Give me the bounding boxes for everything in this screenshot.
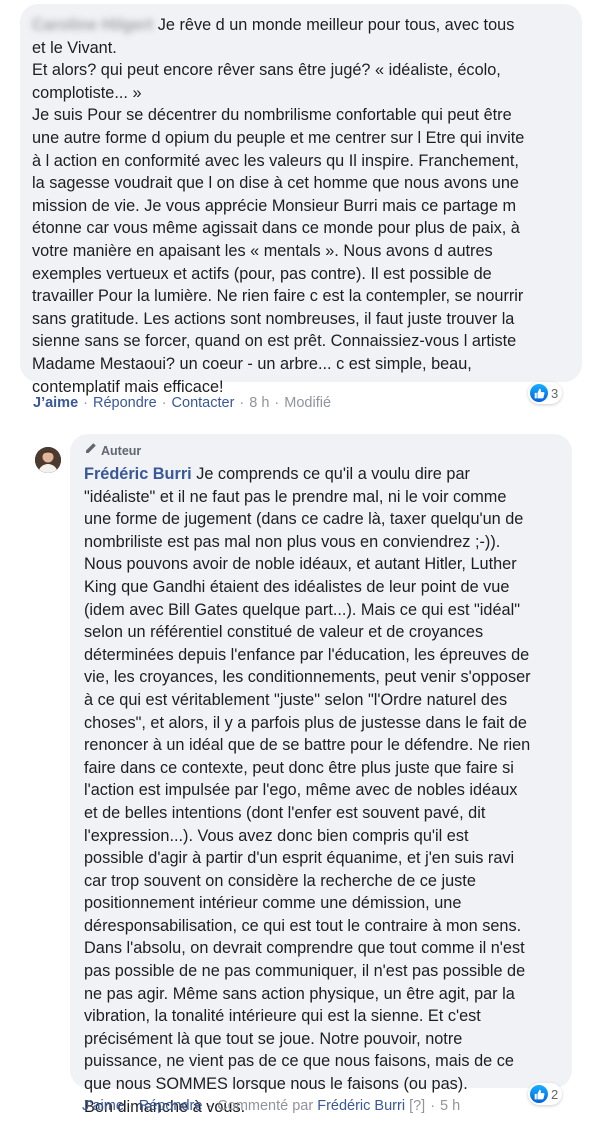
- commented-by-author-link[interactable]: Frédéric Burri: [317, 1098, 405, 1114]
- comment-2-line: l'action est impulsée par l'ego, même av…: [84, 781, 518, 800]
- like-button[interactable]: J’aime: [33, 395, 78, 411]
- contact-button[interactable]: Contacter: [172, 395, 235, 411]
- comment-1-author[interactable]: Caroline Hilgert: [32, 16, 153, 34]
- comment-2-author[interactable]: Frédéric Burri: [84, 465, 192, 483]
- comment-2-line: Je comprends ce qu'il a voulu dire par: [191, 465, 470, 483]
- comment-1-text: Caroline Hilgert Je rêve d un monde meil…: [32, 14, 570, 398]
- comment-bubble-2: Auteur Frédéric Burri Je comprends ce qu…: [70, 434, 572, 1116]
- comment-2-line: renoncer à un idéal que de se battre pou…: [84, 736, 531, 755]
- comment-2-line: à ce qui est véritablement "juste" selon…: [84, 690, 508, 709]
- comment-1-line: à l action en conformité avec les valeur…: [32, 151, 519, 170]
- comment-2-line: déterminées depuis l'enfance par l'éduca…: [84, 645, 530, 664]
- comment-1-line: sans gratitude. Les actions sont nombreu…: [32, 309, 515, 328]
- comment-2-line: vibration, la tonalité intérieure qui es…: [84, 1007, 481, 1026]
- comment-1-line: complotiste... »: [32, 83, 142, 102]
- comment-2-line: possible d'agir à partir d'un esprit équ…: [84, 849, 515, 868]
- comment-1-line: une autre forme d opium du peuple et me …: [32, 128, 525, 147]
- comment-1-actions: J’aime · Répondre · Contacter · 8 h · Modifié: [33, 395, 331, 411]
- comment-2-line: (idem avec Bill Gates quelque part...). …: [84, 600, 520, 619]
- comment-1-line: Je suis Pour se décentrer du nombrilisme…: [32, 106, 512, 125]
- commented-by-label: Commenté par: [217, 1098, 314, 1114]
- like-thumb-icon: [530, 384, 548, 402]
- separator-dot: ·: [83, 395, 88, 411]
- comment-1-timestamp[interactable]: 8 h: [249, 395, 269, 411]
- comment-2-reactions[interactable]: 2: [528, 1083, 563, 1105]
- separator-dot: ·: [274, 395, 280, 411]
- reply-button[interactable]: Répondre: [93, 395, 157, 411]
- like-button[interactable]: J’aime: [82, 1098, 124, 1114]
- comment-2-text: Frédéric Burri Je comprends ce qu'il a v…: [84, 463, 560, 1118]
- comment-2-line: nombriliste est pas mal non plus vous en…: [84, 532, 501, 551]
- comment-1-line: travailler Pour la lumière. Ne rien fair…: [32, 287, 524, 306]
- comment-2-timestamp[interactable]: 5 h: [440, 1098, 460, 1114]
- comment-2-line: puissance, ne vient pas de ce que nous f…: [84, 1052, 514, 1071]
- comment-2-line: King que Gandhi étaient des idéalistes d…: [84, 577, 510, 596]
- comment-2-reaction-count: 2: [551, 1086, 559, 1102]
- comment-1-line: Et alors? qui peut encore rêver sans êtr…: [32, 61, 501, 80]
- comment-2-line: faire dans ce contexte, peut donc être p…: [84, 758, 514, 777]
- separator-dot: ·: [207, 1098, 213, 1114]
- comment-1-line: Madame Mestaoui? un coeur - un arbre... …: [32, 354, 472, 373]
- comment-2-line: pas possible de ne pas communiquer, il n…: [84, 962, 526, 981]
- pencil-icon: [84, 442, 97, 459]
- author-badge-label: Auteur: [101, 443, 142, 458]
- comment-1-line: votre manière en apaisant les « mentals …: [32, 241, 493, 260]
- separator-dot: ·: [128, 1098, 134, 1114]
- comment-1-line: étonne car vous même agissait dans ce mo…: [32, 219, 520, 238]
- comment-2-line: "idéaliste" et il ne faut pas le prendre…: [84, 487, 507, 506]
- comment-2-line: déresponsabilisation, ce qui est tout le…: [84, 916, 522, 935]
- comment-1-line: la sagesse voudrait que l on dise à cet …: [32, 174, 519, 193]
- profile-avatar[interactable]: [35, 447, 61, 473]
- comment-2-line: car trop souvent on considère la recherc…: [84, 871, 476, 890]
- comment-2-line: l'expression...). Vous avez donc bien co…: [84, 826, 469, 845]
- comment-2-line: Nous pouvons avoir de noble idéaux, et a…: [84, 555, 517, 574]
- comment-2-line: ne pas agir. Même sans action physique, …: [84, 984, 515, 1003]
- comment-2-actions: J’aime · Répondre · Commenté par Frédéric Bu…: [82, 1098, 460, 1114]
- comment-2-line: choses", et alors, il y a parfois plus d…: [84, 713, 527, 732]
- comment-2-line: selon un référentiel constitué de valeur…: [84, 623, 484, 642]
- comment-2-line: que nous SOMMES lorsque nous le faisons …: [84, 1075, 468, 1094]
- separator-dot: ·: [161, 395, 167, 411]
- author-badge: Auteur: [84, 442, 560, 459]
- help-link[interactable]: [?]: [409, 1098, 425, 1114]
- separator-dot: ·: [430, 1098, 436, 1114]
- like-thumb-icon: [530, 1085, 548, 1103]
- edited-label[interactable]: Modifié: [284, 395, 331, 411]
- comment-2-line: vie, les croyances, les conditionnements…: [84, 668, 531, 687]
- comment-1-reactions[interactable]: 3: [528, 382, 563, 404]
- comment-2-line: précisément là que tout se joue. Notre p…: [84, 1029, 463, 1048]
- comment-1-reaction-count: 3: [551, 385, 559, 401]
- separator-dot: ·: [239, 395, 245, 411]
- comment-2-line: Dans l'absolu, on devrait comprendre que…: [84, 939, 525, 958]
- comment-1-line: mission de vie. Je vous apprécie Monsieu…: [32, 196, 517, 215]
- comment-1-line: contemplatif mais efficace!: [32, 377, 224, 396]
- comment-2-line: positionnement intérieur comme une démis…: [84, 894, 462, 913]
- comment-1-line: sienne sans se forcer, quand on est prêt…: [32, 332, 517, 351]
- comment-2-line: une forme de jugement (dans ce cadre là,…: [84, 510, 524, 529]
- comment-1-line: exemples vertueux et actifs (pour, pas c…: [32, 264, 492, 283]
- comment-1-line: Je rêve d un monde meilleur pour tous, a…: [153, 16, 515, 34]
- comment-2-line: et de belles intentions (dont l'enfer es…: [84, 803, 486, 822]
- comment-bubble-1: Caroline Hilgert Je rêve d un monde meil…: [20, 4, 582, 396]
- comment-1-line: et le Vivant.: [32, 38, 117, 57]
- reply-button[interactable]: Répondre: [139, 1098, 203, 1114]
